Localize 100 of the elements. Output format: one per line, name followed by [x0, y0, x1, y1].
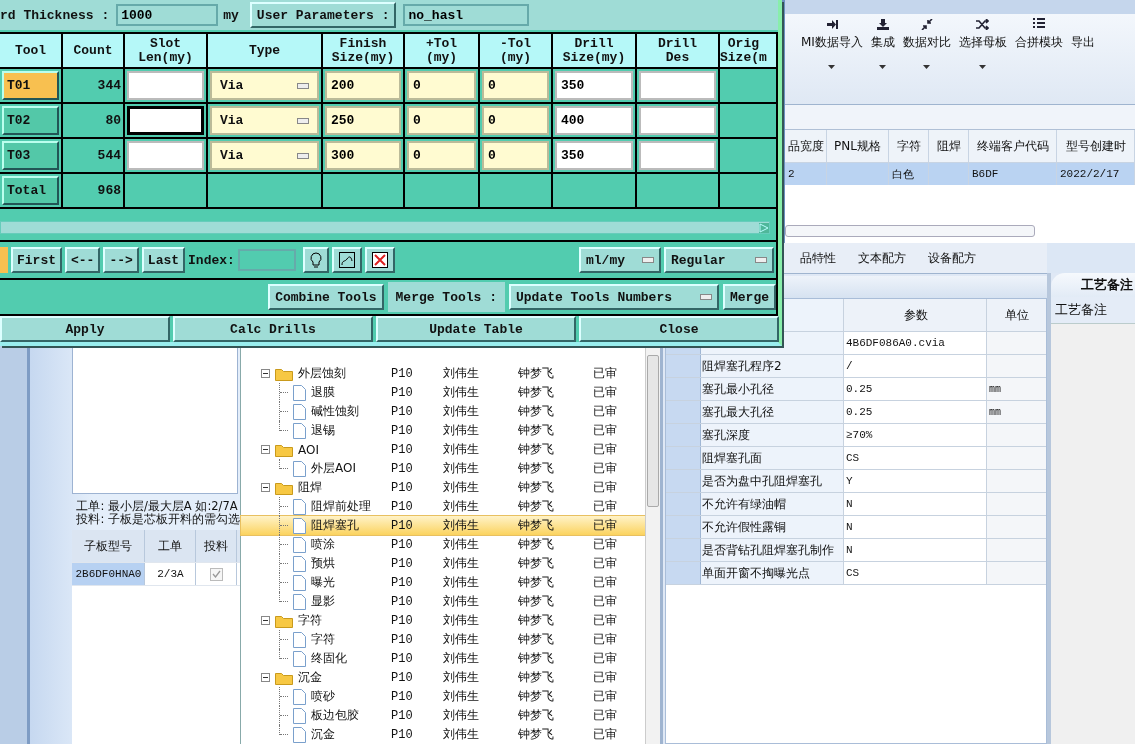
list-item[interactable]: 工艺备注 [1051, 297, 1135, 324]
tree-row[interactable]: 外层蚀刻 P10 刘伟生 钟梦飞 已审 [241, 364, 645, 383]
tree-item[interactable]: 外层AOI [309, 460, 358, 477]
slot-length-field[interactable] [127, 141, 204, 170]
panel-tab[interactable]: 工艺备注 [1051, 273, 1135, 297]
combine-tools-button[interactable]: Combine Tools [268, 284, 384, 310]
collapse-icon[interactable] [261, 483, 270, 492]
table-cell[interactable]: N [843, 493, 987, 515]
type-dropdown[interactable]: Via [210, 106, 319, 135]
user-parameters-button[interactable]: User Parameters : [249, 2, 397, 28]
table-cell[interactable]: N [843, 539, 987, 561]
action-button[interactable]: Calc Drills [173, 316, 373, 342]
tree-item[interactable]: 字符 [309, 631, 337, 648]
toolbar-button[interactable]: 数据对比 [898, 16, 955, 69]
navigation-button[interactable]: --> [103, 247, 139, 273]
tree-item[interactable]: 阻焊塞孔 [309, 517, 361, 534]
row-header[interactable] [665, 401, 701, 423]
plus-tolerance-field[interactable]: 0 [407, 71, 476, 100]
tree-item[interactable]: 退锡 [309, 422, 337, 439]
column-header[interactable]: 终端客户代码 [969, 130, 1057, 162]
table-cell[interactable]: CS [843, 447, 987, 469]
row-header[interactable] [665, 378, 701, 400]
tree-item[interactable]: AOI [296, 442, 321, 457]
row-header[interactable] [665, 424, 701, 446]
plus-tolerance-field[interactable]: 0 [407, 106, 476, 135]
right-arrow-icon[interactable] [759, 222, 769, 233]
toolbar-button[interactable]: 导出 [1066, 16, 1099, 51]
tree-item[interactable]: 板边包胶 [309, 707, 361, 724]
scrollbar[interactable] [785, 225, 1035, 237]
merge-dropdown[interactable]: Update Tools Numbers [509, 284, 719, 310]
row-header[interactable] [665, 470, 701, 492]
tab[interactable]: 文本配方 [857, 247, 906, 269]
tree-row[interactable]: 退锡 P10 刘伟生 钟梦飞 已审 [241, 421, 645, 440]
table-cell[interactable]: 0.25 [843, 378, 987, 400]
tree-item[interactable]: 曝光 [309, 574, 337, 591]
scrollbar[interactable] [0, 221, 770, 234]
toolbar-button[interactable]: 选择母板 [954, 16, 1011, 69]
table-cell[interactable]: / [843, 355, 987, 377]
column-header[interactable]: 字符 [889, 130, 929, 162]
tree-item[interactable]: 碱性蚀刻 [309, 403, 361, 420]
tree-item[interactable]: 沉金 [309, 726, 337, 743]
tree-item[interactable]: 沉金 [296, 669, 324, 686]
drill-description-field[interactable] [639, 106, 716, 135]
tree-row[interactable]: 喷涂 P10 刘伟生 钟梦飞 已审 [241, 535, 645, 554]
navigation-button[interactable]: <-- [65, 247, 101, 273]
unit-dropdown[interactable]: ml/my [579, 247, 661, 273]
row-header[interactable] [665, 516, 701, 538]
finish-size-field[interactable]: 250 [325, 106, 401, 135]
finish-size-field[interactable]: 300 [325, 141, 401, 170]
row-header[interactable] [665, 493, 701, 515]
tree-row[interactable]: 退膜 P10 刘伟生 钟梦飞 已审 [241, 383, 645, 402]
column-header[interactable]: 品宽度 [785, 130, 827, 162]
tree-item[interactable]: 喷砂 [309, 688, 337, 705]
tree-item[interactable]: 显影 [309, 593, 337, 610]
row-header[interactable] [665, 355, 701, 377]
drill-size-field[interactable]: 350 [555, 71, 633, 100]
drill-description-field[interactable] [639, 141, 716, 170]
column-header[interactable]: 阻焊 [929, 130, 969, 162]
plus-tolerance-field[interactable]: 0 [407, 141, 476, 170]
minus-tolerance-field[interactable]: 0 [482, 106, 549, 135]
tree-row[interactable]: AOI P10 刘伟生 钟梦飞 已审 [241, 440, 645, 459]
icon-button[interactable] [364, 247, 395, 273]
type-dropdown[interactable]: Via [210, 71, 319, 100]
toolbar-button[interactable]: 集成 [866, 16, 899, 69]
index-field[interactable] [237, 249, 296, 271]
type-dropdown[interactable]: Via [210, 141, 319, 170]
tree-row[interactable]: 预烘 P10 刘伟生 钟梦飞 已审 [241, 554, 645, 573]
scrollbar-thumb[interactable] [646, 355, 659, 507]
tree-item[interactable]: 终固化 [309, 650, 349, 667]
tree-item[interactable]: 阻焊 [296, 479, 324, 496]
tree-item[interactable]: 外层蚀刻 [296, 365, 348, 382]
icon-button[interactable] [302, 247, 329, 273]
tree-row[interactable]: 终固化 P10 刘伟生 钟梦飞 已审 [241, 649, 645, 668]
tree-item[interactable]: 预烘 [309, 555, 337, 572]
tab[interactable]: 设备配方 [927, 247, 976, 269]
tree-row[interactable]: 阻焊 P10 刘伟生 钟梦飞 已审 [241, 478, 645, 497]
merge-button[interactable]: Merge [723, 284, 776, 310]
tree-item[interactable]: 喷涂 [309, 536, 337, 553]
table-cell[interactable]: 4B6DF086A0.cvia [843, 332, 987, 354]
collapse-icon[interactable] [261, 445, 270, 454]
slot-length-field[interactable] [127, 106, 204, 135]
mode-dropdown[interactable]: Regular [664, 247, 774, 273]
checkbox[interactable] [209, 567, 223, 581]
table-cell[interactable]: N [843, 516, 987, 538]
column-header[interactable]: 工单 [145, 530, 197, 562]
column-header[interactable]: 子板型号 [72, 530, 146, 562]
tool-button[interactable]: T02 [2, 106, 59, 135]
finish-size-field[interactable]: 200 [325, 71, 401, 100]
navigation-button[interactable]: Last [141, 247, 186, 273]
tree-row[interactable]: 外层AOI P10 刘伟生 钟梦飞 已审 [241, 459, 645, 478]
row-header[interactable] [665, 562, 701, 584]
icon-button[interactable] [331, 247, 362, 273]
drill-description-field[interactable] [639, 71, 716, 100]
tool-button[interactable]: T01 [2, 71, 59, 100]
tab[interactable]: 品特性 [799, 247, 836, 269]
action-button[interactable]: Close [579, 316, 779, 342]
tree-row[interactable]: 阻焊塞孔 P10 刘伟生 钟梦飞 已审 [241, 516, 645, 535]
tree-item[interactable]: 阻焊前处理 [309, 498, 373, 515]
thickness-field[interactable]: 1000 [116, 4, 219, 26]
tree-row[interactable]: 沉金 P10 刘伟生 钟梦飞 已审 [241, 668, 645, 687]
